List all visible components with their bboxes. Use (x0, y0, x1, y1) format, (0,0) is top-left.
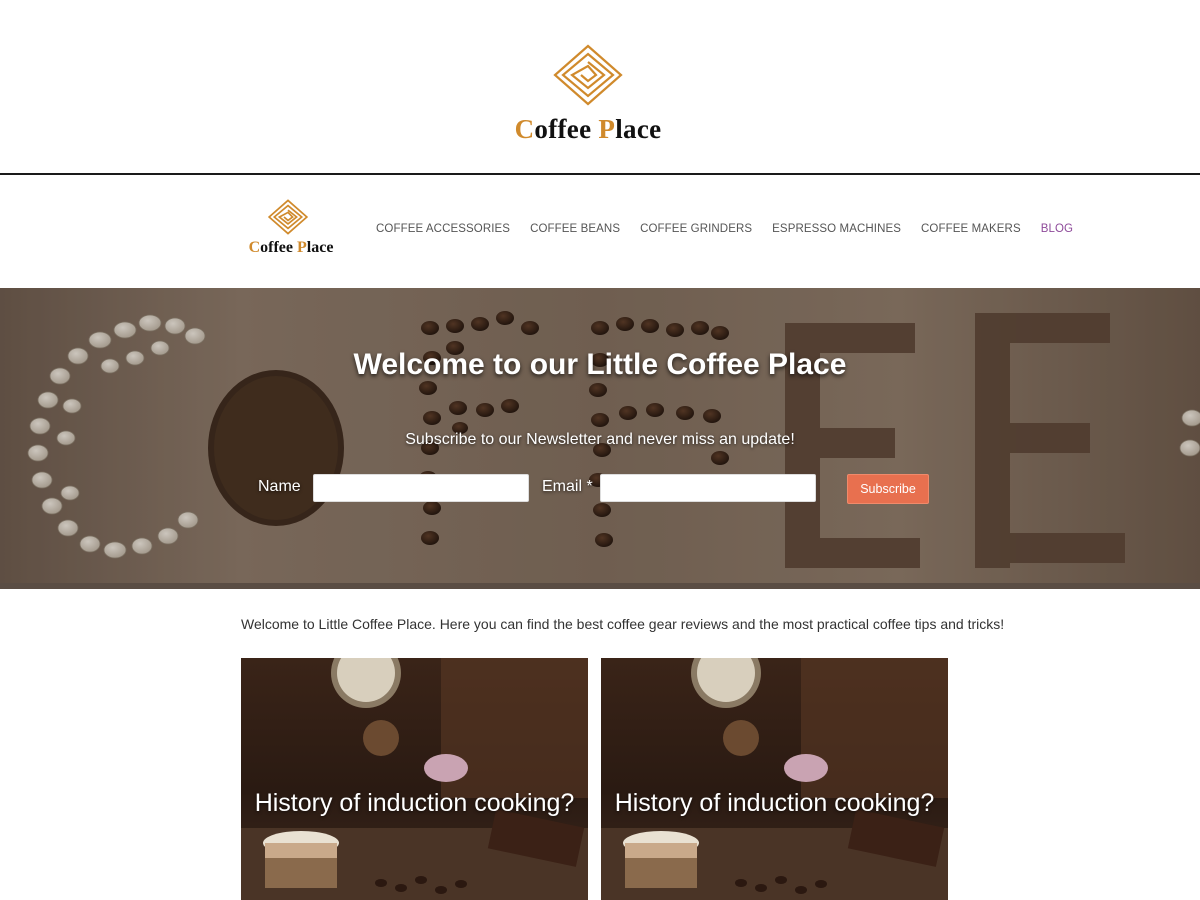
intro-text: Welcome to Little Coffee Place. Here you… (241, 616, 1005, 632)
hero-title: Welcome to our Little Coffee Place (353, 348, 847, 381)
post-card[interactable]: History of induction cooking? (241, 658, 588, 900)
nav-item-espresso-machines[interactable]: ESPRESSO MACHINES (772, 223, 901, 235)
logo-word-offee: offee (260, 239, 297, 256)
main-menu: COFFEE ACCESSORIES COFFEE BEANS COFFEE G… (376, 223, 1073, 235)
nav-item-coffee-grinders[interactable]: COFFEE GRINDERS (640, 223, 752, 235)
nav-logo-link[interactable]: Coffee Place (246, 197, 336, 267)
logo-word-lace: lace (615, 114, 662, 144)
nav-header: Coffee Place COFFEE ACCESSORIES COFFEE B… (0, 175, 1200, 288)
nav-item-coffee-accessories[interactable]: COFFEE ACCESSORIES (376, 223, 510, 235)
post-title[interactable]: History of induction cooking? (241, 789, 588, 818)
email-input[interactable] (600, 474, 816, 502)
logo-word-offee: offee (534, 114, 599, 144)
nav-item-blog[interactable]: BLOG (1041, 223, 1073, 235)
hero-banner: Welcome to our Little Coffee Place Subsc… (0, 288, 1200, 589)
diamond-spiral-logo-icon (553, 44, 623, 106)
email-label: Email * (542, 478, 593, 495)
hero-bottom-strip (0, 583, 1200, 589)
logo-initial-p: P (598, 114, 616, 144)
diamond-spiral-logo-icon (268, 199, 308, 235)
top-banner: Coffee Place (0, 0, 1200, 173)
site-logo-text: Coffee Place (0, 114, 1176, 145)
subscribe-button[interactable]: Subscribe (847, 474, 929, 504)
nav-item-coffee-beans[interactable]: COFFEE BEANS (530, 223, 620, 235)
post-title[interactable]: History of induction cooking? (601, 789, 948, 818)
newsletter-subtitle: Subscribe to our Newsletter and never mi… (405, 431, 795, 448)
nav-logo-text: Coffee Place (246, 239, 336, 257)
nav-item-coffee-makers[interactable]: COFFEE MAKERS (921, 223, 1021, 235)
logo-initial-c: C (248, 239, 261, 256)
post-card-image (601, 658, 948, 900)
logo-initial-p: P (296, 239, 307, 256)
post-card-image (241, 658, 588, 900)
logo-initial-c: C (514, 114, 535, 144)
logo-word-lace: lace (306, 239, 334, 256)
post-card[interactable]: History of induction cooking? (601, 658, 948, 900)
name-input[interactable] (313, 474, 529, 502)
name-label: Name (258, 478, 301, 495)
